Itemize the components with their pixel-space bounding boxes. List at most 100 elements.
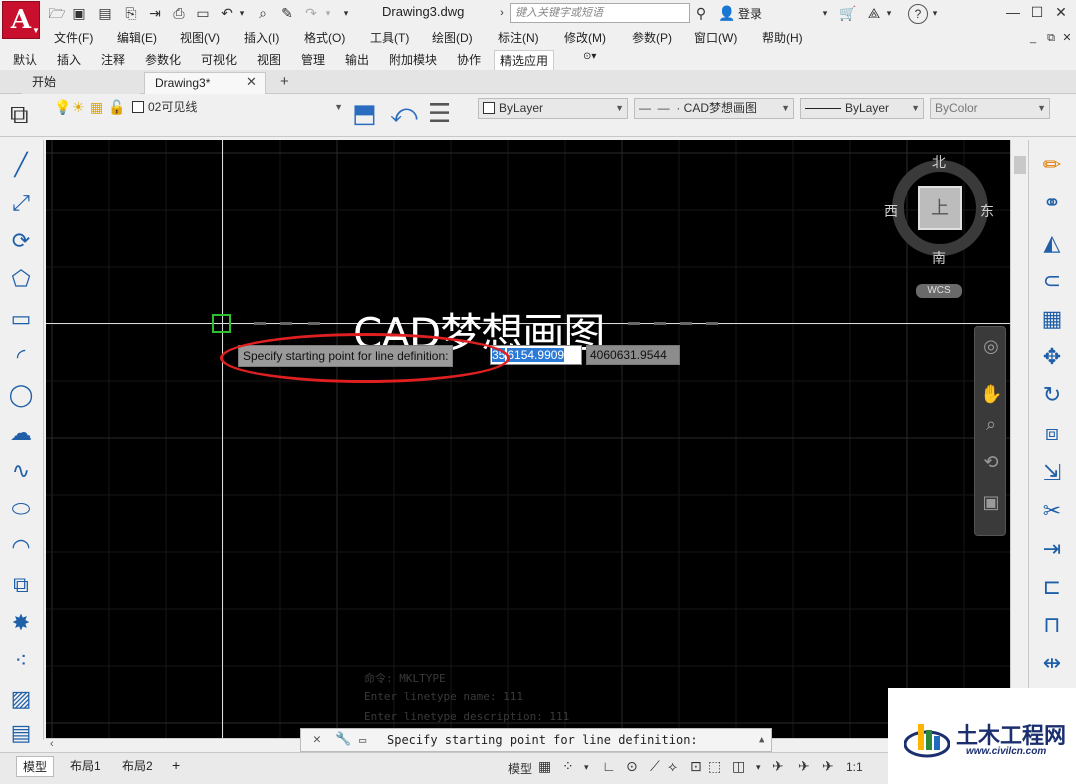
wcs-menu-button[interactable]: WCS xyxy=(916,284,962,298)
command-history-toggle-icon[interactable]: ▲ xyxy=(759,729,764,751)
object-snap-tracking-icon[interactable]: ⟡ xyxy=(668,758,677,775)
isodraft-icon[interactable]: ⟋ xyxy=(650,758,660,775)
close-icon[interactable]: ✕ xyxy=(1050,2,1072,22)
grid-icon[interactable]: ▦ xyxy=(538,758,551,775)
layer-states-icon[interactable]: ☰ xyxy=(428,100,451,126)
tab-parametric[interactable]: 参数化 xyxy=(140,50,186,69)
menu-file[interactable]: 文件(F) xyxy=(54,29,93,46)
move-icon[interactable]: ✥ xyxy=(1035,340,1069,374)
color-combo[interactable]: ByLayer ▼ xyxy=(478,98,628,119)
arc-icon[interactable]: ◜ xyxy=(4,340,38,374)
tab-visualize[interactable]: 可视化 xyxy=(196,50,242,69)
circle-icon[interactable]: ◯ xyxy=(4,378,38,412)
snap-icon[interactable]: ⁘ xyxy=(562,758,574,775)
tab-collaborate[interactable]: 协作 xyxy=(452,50,486,69)
layer-combo[interactable]: 02可见线 ▼ xyxy=(128,98,346,119)
object-snap-icon[interactable]: ⊡ xyxy=(690,758,702,775)
binoculars-icon[interactable]: ⚲ xyxy=(692,4,710,22)
lineweight-dropdown-icon[interactable]: ▾ xyxy=(756,762,761,773)
open-folder-icon[interactable]: 🗁 xyxy=(48,4,66,22)
pan-hand-icon[interactable]: ✋ xyxy=(980,383,1002,405)
undo-dropdown-icon[interactable]: ▾ xyxy=(236,4,248,22)
linetype-combo[interactable]: — — · CAD梦想画图 ▼ xyxy=(634,98,794,119)
save-as-icon[interactable]: ▤ xyxy=(96,4,114,22)
redo-dropdown-icon[interactable]: ▾ xyxy=(322,4,334,22)
compass-east[interactable]: 东 xyxy=(980,201,994,221)
scroll-left-icon[interactable]: ‹ xyxy=(50,738,54,750)
scale-icon[interactable]: ⧈ xyxy=(1035,416,1069,450)
sun-icon[interactable]: ☀ xyxy=(72,100,85,114)
polar-tracking-icon[interactable]: ⊙ xyxy=(626,758,638,775)
polygon-icon[interactable]: ⬠ xyxy=(4,262,38,296)
save-icon[interactable]: ▣ xyxy=(70,4,88,22)
autoscale-icon[interactable]: ✈ xyxy=(798,758,810,775)
menu-dimension[interactable]: 标注(N) xyxy=(498,29,539,46)
menu-help[interactable]: 帮助(H) xyxy=(762,29,803,46)
annotation-visibility-icon[interactable]: ⬚ xyxy=(708,758,721,775)
command-line[interactable]: ✕ 🔧 ▭ Specify starting point for line de… xyxy=(300,728,772,752)
zoom-window-icon[interactable]: ⌕ xyxy=(254,4,272,22)
line-icon[interactable]: ╱ xyxy=(4,148,38,182)
print-icon[interactable]: ⎙ xyxy=(170,4,188,22)
tab-output[interactable]: 输出 xyxy=(340,50,374,69)
mirror-icon[interactable]: ◭ xyxy=(1035,226,1069,260)
insert-block-icon[interactable]: ⧉ xyxy=(4,568,38,602)
construction-line-icon[interactable]: ⤢ xyxy=(4,186,38,220)
erase-icon[interactable]: ✏ xyxy=(1035,148,1069,182)
new-layout-icon[interactable]: + xyxy=(166,756,186,774)
break-icon[interactable]: ⊓ xyxy=(1035,608,1069,642)
array-icon[interactable]: ▦ xyxy=(1035,302,1069,336)
tab-default[interactable]: 默认 xyxy=(8,50,42,69)
user-icon[interactable]: 👤 xyxy=(718,4,736,22)
lightbulb-icon[interactable]: 💡 xyxy=(54,100,71,114)
vertical-scrollbar[interactable] xyxy=(1010,140,1028,738)
redo-icon[interactable]: ↷ xyxy=(302,4,320,22)
hatch-icon[interactable]: ▨ xyxy=(4,682,38,716)
copy-icon[interactable]: ⚭ xyxy=(1035,186,1069,220)
cart-icon[interactable]: 🛒 xyxy=(838,4,858,22)
stretch-icon[interactable]: ⇲ xyxy=(1035,456,1069,490)
login-dropdown-icon[interactable]: ▾ xyxy=(820,4,830,22)
rectangle-icon[interactable]: ▭ xyxy=(4,302,38,336)
trim-icon[interactable]: ✂ xyxy=(1035,494,1069,528)
tab-view[interactable]: 视图 xyxy=(252,50,286,69)
menu-format[interactable]: 格式(O) xyxy=(304,29,345,46)
y-coordinate-input[interactable]: 4060631.9544 xyxy=(586,345,680,365)
layer-previous-icon[interactable]: ⤺ xyxy=(390,100,418,126)
match-properties-icon[interactable]: ✎ xyxy=(278,4,296,22)
tab-featured-apps[interactable]: 精选应用 xyxy=(494,50,555,70)
minimize-icon[interactable]: — xyxy=(1002,2,1024,22)
tab-start[interactable]: 开始 xyxy=(22,72,140,94)
customize-quickaccess-icon[interactable]: ▾ xyxy=(340,4,352,22)
point-icon[interactable]: ⁖ xyxy=(4,644,38,678)
orbit-icon[interactable]: ⟲ xyxy=(980,451,1002,473)
showmotion-icon[interactable]: ▣ xyxy=(980,491,1002,513)
plotstyle-combo[interactable]: ByColor ▼ xyxy=(930,98,1050,119)
rotate-icon[interactable]: ↻ xyxy=(1035,378,1069,412)
a360-dropdown-icon[interactable]: ▾ xyxy=(884,4,894,22)
chevron-right-icon[interactable]: › xyxy=(496,4,508,22)
tab-layout1[interactable]: 布局1 xyxy=(64,756,107,775)
menu-edit[interactable]: 编辑(E) xyxy=(117,29,157,46)
tab-model[interactable]: 模型 xyxy=(16,756,55,777)
compass-north[interactable]: 北 xyxy=(932,152,946,172)
ellipse-arc-icon[interactable]: ◠ xyxy=(4,530,38,564)
make-current-layer-icon[interactable]: ⬒ xyxy=(352,100,377,126)
extend-icon[interactable]: ⇥ xyxy=(1035,532,1069,566)
help-icon[interactable]: ? xyxy=(908,4,928,24)
a360-icon[interactable]: ⟁ xyxy=(864,4,884,22)
tab-layout2[interactable]: 布局2 xyxy=(116,756,159,775)
login-button[interactable]: 登录 xyxy=(738,5,762,22)
drawing-canvas[interactable]: CAD梦想画图 Specify starting point for line … xyxy=(46,140,1010,738)
gradient-icon[interactable]: ▤ xyxy=(4,716,38,750)
revision-cloud-icon[interactable]: ☁ xyxy=(4,416,38,450)
break-at-point-icon[interactable]: ⊏ xyxy=(1035,570,1069,604)
menu-modify[interactable]: 修改(M) xyxy=(564,29,606,46)
ellipse-icon[interactable]: ⬭ xyxy=(4,492,38,526)
new-tab-icon[interactable]: + xyxy=(280,73,289,90)
undo-icon[interactable]: ↶ xyxy=(218,4,236,22)
tab-addins[interactable]: 附加模块 xyxy=(384,50,442,69)
polyline-icon[interactable]: ⟳ xyxy=(4,224,38,258)
ribbon-options-icon[interactable]: ⊙▾ xyxy=(578,50,601,63)
export-icon[interactable]: ⎘ xyxy=(122,4,140,22)
